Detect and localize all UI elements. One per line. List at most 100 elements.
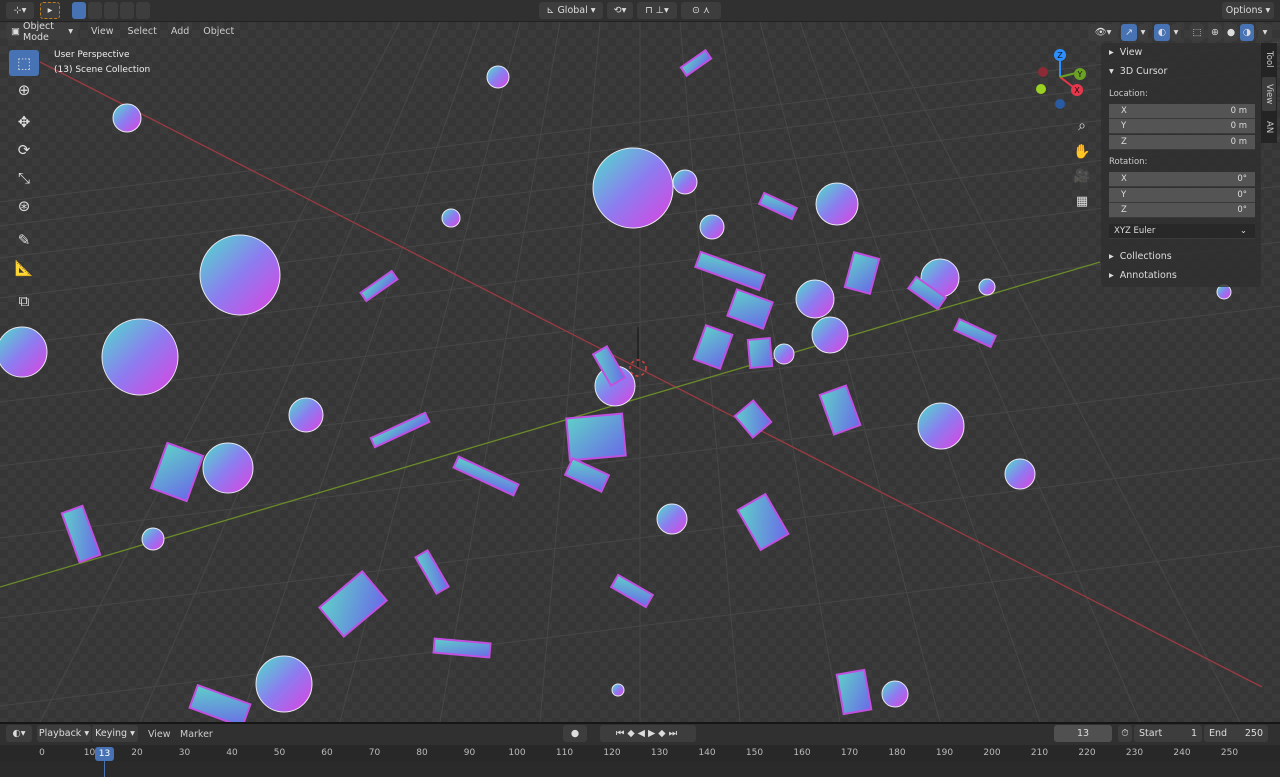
- end-frame-field[interactable]: End 250: [1204, 725, 1268, 742]
- menu-object[interactable]: Object: [196, 26, 241, 37]
- cursor-rotation-z[interactable]: Z 0°: [1109, 203, 1255, 218]
- menu-add[interactable]: Add: [164, 26, 196, 37]
- pivot-dropdown[interactable]: ⟲▾: [607, 2, 633, 19]
- start-frame-field[interactable]: Start 1: [1134, 725, 1202, 742]
- tool-move[interactable]: ✥: [9, 109, 39, 135]
- sphere-object[interactable]: [112, 103, 142, 133]
- editor-type-icon[interactable]: ⊹▾: [6, 2, 34, 19]
- sphere-object[interactable]: [486, 65, 510, 89]
- sphere-object[interactable]: [773, 343, 795, 365]
- sphere-object[interactable]: [611, 683, 625, 697]
- frame-tick: 200: [983, 748, 1001, 758]
- stopwatch-icon[interactable]: ⏱: [1118, 725, 1132, 742]
- gizmo-dropdown[interactable]: ▾: [1138, 24, 1148, 41]
- visibility-dropdown[interactable]: 👁▾: [1088, 24, 1118, 41]
- box-object[interactable]: [746, 337, 774, 369]
- cursor-rotation-y[interactable]: Y 0°: [1109, 188, 1255, 203]
- tab-an[interactable]: AN: [1262, 115, 1276, 139]
- playback-menu[interactable]: Playback ▾: [37, 725, 91, 742]
- shading-solid[interactable]: ●: [1224, 24, 1238, 41]
- select-tool-icon[interactable]: ▸: [40, 2, 60, 19]
- scene-canvas[interactable]: Z X Y ⌕ ✋ 🎥 ▦: [0, 22, 1280, 722]
- select-mode-invert-icon[interactable]: [120, 2, 134, 19]
- timeline-editor-type[interactable]: ◐▾: [6, 725, 32, 742]
- sphere-object[interactable]: [441, 208, 461, 228]
- overlay-toggle[interactable]: ◐: [1154, 24, 1170, 41]
- 3d-viewport[interactable]: Z X Y ⌕ ✋ 🎥 ▦: [0, 22, 1280, 722]
- sphere-object[interactable]: [0, 326, 48, 378]
- sphere-object[interactable]: [199, 234, 281, 316]
- sphere-object[interactable]: [978, 278, 996, 296]
- transform-icon: ⊛: [17, 197, 31, 215]
- sphere-object[interactable]: [202, 442, 254, 494]
- timeline-track[interactable]: [0, 762, 1280, 777]
- tool-cursor[interactable]: ⊕: [9, 77, 39, 103]
- cursor-rotation-x[interactable]: X 0°: [1109, 172, 1255, 187]
- cursor-location-z[interactable]: Z0 m: [1109, 135, 1255, 150]
- playhead[interactable]: 13: [95, 747, 114, 761]
- snap-dropdown[interactable]: ⊓ ⊥▾: [637, 2, 677, 19]
- tool-transform[interactable]: ⊛: [9, 193, 39, 219]
- menu-view[interactable]: View: [84, 26, 121, 37]
- sphere-object[interactable]: [288, 397, 324, 433]
- select-mode-extend-icon[interactable]: [88, 2, 102, 19]
- menu-select[interactable]: Select: [121, 26, 164, 37]
- shading-dropdown[interactable]: ▾: [1258, 24, 1272, 41]
- sphere-object[interactable]: [815, 182, 859, 226]
- select-mode-subtract-icon[interactable]: [104, 2, 118, 19]
- sphere-object[interactable]: [1216, 284, 1232, 300]
- current-frame-field[interactable]: 13: [1054, 725, 1112, 742]
- section-3d-cursor[interactable]: ▾ 3D Cursor: [1101, 62, 1261, 81]
- sphere-object[interactable]: [795, 279, 835, 319]
- playback-controls[interactable]: ⏮◆◀▶◆⏭: [600, 725, 696, 742]
- timeline-ruler[interactable]: 0 10 20 30 40 50 60 70 80 90 100 110 120 130 140 150 160…: [0, 745, 1280, 762]
- sphere-object[interactable]: [917, 402, 965, 450]
- sphere-object[interactable]: [656, 503, 688, 535]
- sphere-object[interactable]: [699, 214, 725, 240]
- marker-menu[interactable]: Marker: [173, 729, 220, 740]
- expand-icon: ▸: [1109, 251, 1114, 262]
- box-object[interactable]: [565, 412, 627, 462]
- sphere-object[interactable]: [592, 147, 674, 229]
- xray-toggle[interactable]: ⬚: [1190, 24, 1204, 41]
- keying-menu[interactable]: Keying ▾: [92, 725, 138, 742]
- mode-dropdown[interactable]: ▣ Object Mode ▾: [6, 21, 78, 43]
- gizmo-toggle[interactable]: ↗: [1121, 24, 1137, 41]
- tab-view[interactable]: View: [1262, 77, 1276, 111]
- tool-annotate[interactable]: ✎: [9, 227, 39, 253]
- overlay-dropdown[interactable]: ▾: [1171, 24, 1181, 41]
- section-annotations[interactable]: ▸ Annotations: [1101, 266, 1261, 285]
- camera-icon[interactable]: 🎥: [1074, 168, 1090, 184]
- move-icon: ✥: [17, 113, 31, 131]
- sphere-object[interactable]: [881, 680, 909, 708]
- box-object[interactable]: [835, 668, 873, 716]
- sphere-object[interactable]: [141, 527, 165, 551]
- sphere-object[interactable]: [1004, 458, 1036, 490]
- auto-keying-toggle[interactable]: ●: [563, 725, 587, 742]
- sphere-object[interactable]: [811, 316, 849, 354]
- zoom-icon[interactable]: ⌕: [1078, 118, 1086, 134]
- select-mode-intersect-icon[interactable]: [136, 2, 150, 19]
- tool-select-box[interactable]: ⬚: [9, 50, 39, 76]
- ortho-grid-icon[interactable]: ▦: [1076, 194, 1088, 209]
- options-dropdown[interactable]: Options ▾: [1222, 2, 1274, 19]
- section-view[interactable]: ▸ View: [1101, 43, 1261, 62]
- sphere-object[interactable]: [672, 169, 698, 195]
- section-collections[interactable]: ▸ Collections: [1101, 247, 1261, 266]
- cursor-location-x[interactable]: X0 m: [1109, 104, 1255, 119]
- cursor-location-y[interactable]: Y0 m: [1109, 119, 1255, 134]
- tool-rotate[interactable]: ⟳: [9, 137, 39, 163]
- tab-tool[interactable]: Tool: [1262, 45, 1276, 73]
- shading-material[interactable]: ◑: [1240, 24, 1254, 41]
- orientation-dropdown[interactable]: ⊾ Global ▾: [539, 2, 603, 19]
- sphere-object[interactable]: [101, 318, 179, 396]
- proportional-edit[interactable]: ⊙ ⋏: [681, 2, 721, 19]
- sphere-object[interactable]: [255, 655, 313, 713]
- tool-add-cube[interactable]: ⧉: [9, 288, 39, 314]
- shading-wireframe[interactable]: ⊕: [1208, 24, 1222, 41]
- pan-hand-icon[interactable]: ✋: [1073, 143, 1090, 160]
- select-mode-new-icon[interactable]: [72, 2, 86, 19]
- rotation-mode-dropdown[interactable]: XYZ Euler ⌄: [1109, 224, 1255, 239]
- tool-measure[interactable]: 📐: [9, 255, 39, 281]
- tool-scale[interactable]: ⤡: [9, 165, 39, 191]
